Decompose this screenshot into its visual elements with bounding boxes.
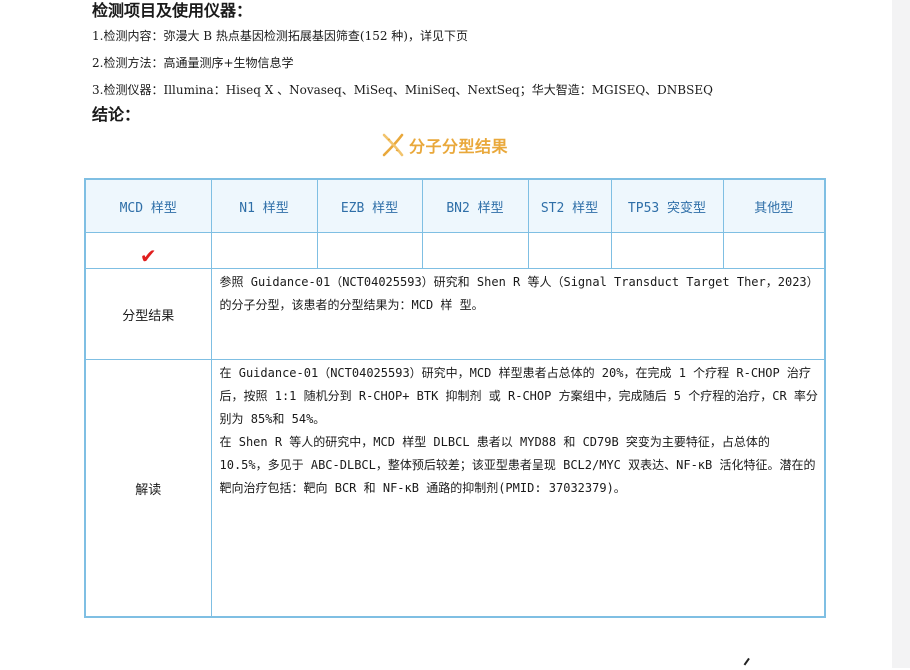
- result-text: 参照 Guidance-01（NCT04025593）研究和 Shen R 等人…: [210, 268, 826, 360]
- header-bn2: BN2 样型: [421, 178, 529, 233]
- conclusion-heading: 结论：: [92, 105, 141, 124]
- table-cell: [610, 232, 724, 269]
- test-content-line: 1.检测内容：弥漫大 B 热点基因检测拓展基因筛查(152 种)，详见下页: [92, 29, 468, 43]
- header-st2: ST2 样型: [527, 178, 612, 233]
- header-other: 其他型: [722, 178, 826, 233]
- section-title-text: 分子分型结果: [409, 137, 509, 156]
- dna-icon: [382, 133, 404, 157]
- interpretation-paragraph: 在 Guidance-01（NCT04025593）研究中，MCD 样型患者占总…: [219, 366, 818, 426]
- interpretation-paragraph: 在 Shen R 等人的研究中，MCD 样型 DLBCL 患者以 MYD88 和…: [219, 435, 816, 495]
- interpretation-label: 解读: [84, 359, 212, 618]
- header-tp53: TP53 突变型: [610, 178, 724, 233]
- table-row: 解读 在 Guidance-01（NCT04025593）研究中，MCD 样型患…: [84, 359, 826, 618]
- result-label: 分型结果: [84, 268, 212, 360]
- section-title: 分子分型结果: [380, 130, 508, 160]
- instrument-line: 3.检测仪器：Illumina：Hiseq X 、Novaseq、MiSeq、M…: [92, 83, 713, 97]
- table-cell: [527, 232, 612, 269]
- table-row: 分型结果 参照 Guidance-01（NCT04025593）研究和 Shen…: [84, 268, 826, 360]
- table-row: ✔: [84, 232, 826, 269]
- table-cell: [210, 232, 318, 269]
- header-n1: N1 样型: [210, 178, 318, 233]
- table-cell: [316, 232, 423, 269]
- interpretation-text: 在 Guidance-01（NCT04025593）研究中，MCD 样型患者占总…: [210, 359, 826, 618]
- stray-mark: [743, 657, 757, 670]
- test-method-line: 2.检测方法：高通量测序+生物信息学: [92, 56, 294, 70]
- header-ezb: EZB 样型: [316, 178, 423, 233]
- header-mcd: MCD 样型: [84, 178, 212, 233]
- checkmark-icon: ✔: [84, 232, 212, 269]
- page-margin: [892, 0, 910, 668]
- table-header-row: MCD 样型 N1 样型 EZB 样型 BN2 样型 ST2 样型 TP53 突…: [84, 178, 826, 233]
- molecular-typing-table: MCD 样型 N1 样型 EZB 样型 BN2 样型 ST2 样型 TP53 突…: [84, 178, 826, 618]
- section-heading: 检测项目及使用仪器：: [92, 1, 253, 20]
- table-cell: [722, 232, 826, 269]
- table-cell: [421, 232, 529, 269]
